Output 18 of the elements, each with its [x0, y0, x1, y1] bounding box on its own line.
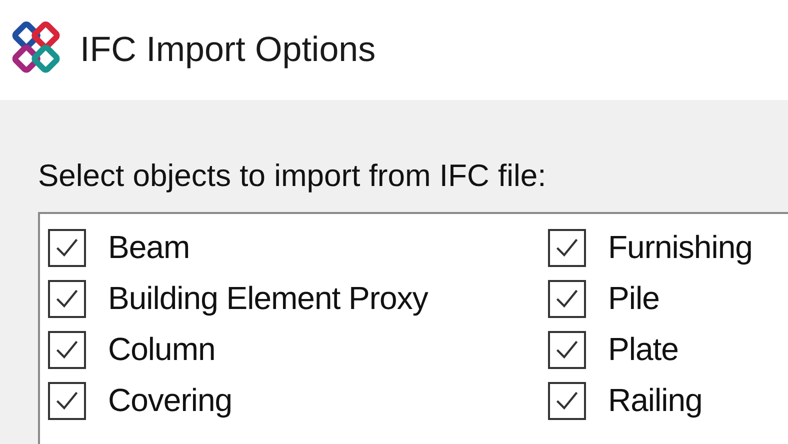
- checkbox[interactable]: [548, 228, 586, 266]
- window-title: IFC Import Options: [80, 30, 376, 70]
- object-checkbox[interactable]: Column: [48, 324, 548, 375]
- checkbox[interactable]: [48, 330, 86, 368]
- object-checkbox[interactable]: Railing: [548, 375, 788, 426]
- checkbox[interactable]: [548, 280, 586, 318]
- object-checkbox[interactable]: Building Element Proxy: [48, 273, 548, 324]
- object-checkbox[interactable]: Plate: [548, 324, 788, 375]
- checkbox[interactable]: [48, 382, 86, 420]
- object-checkbox[interactable]: Pile: [548, 273, 788, 324]
- prompt-label: Select objects to import from IFC file:: [38, 158, 548, 194]
- checkbox[interactable]: [48, 280, 86, 318]
- checkbox[interactable]: [48, 228, 86, 266]
- object-checkbox[interactable]: Furnishing: [548, 222, 788, 273]
- object-checkbox[interactable]: Covering: [48, 375, 548, 426]
- checkbox[interactable]: [548, 330, 586, 368]
- checkbox[interactable]: [548, 382, 586, 420]
- object-checkbox[interactable]: Beam: [48, 222, 548, 273]
